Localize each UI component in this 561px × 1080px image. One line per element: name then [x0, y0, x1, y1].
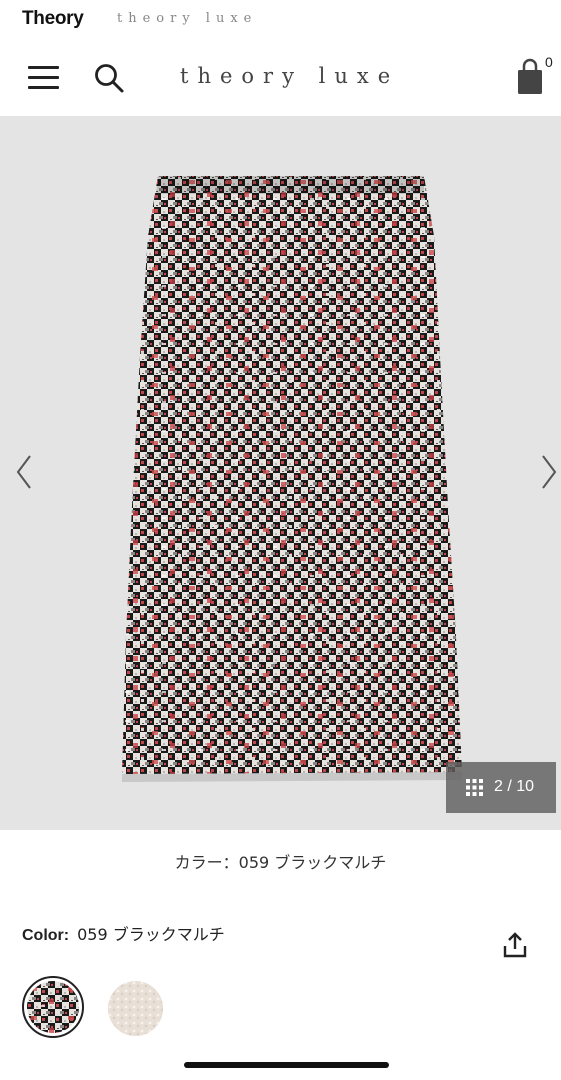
image-color-caption: カラー：059 ブラックマルチ: [174, 853, 387, 872]
product-image-gallery[interactable]: 2 / 10: [0, 116, 561, 830]
theory-logo[interactable]: Theory: [22, 8, 84, 30]
chevron-right-icon[interactable]: [539, 452, 559, 492]
search-icon[interactable]: [93, 62, 125, 94]
site-header: theory luxe 0: [0, 40, 561, 116]
hamburger-icon[interactable]: [28, 66, 59, 90]
image-counter-text: 2 / 10: [494, 778, 535, 795]
color-selection-label: Color: 059 ブラックマルチ: [22, 921, 225, 945]
product-image: [122, 176, 462, 782]
cart-count-badge: 0: [545, 54, 553, 70]
grid-icon: [466, 779, 483, 796]
home-indicator: [184, 1062, 389, 1068]
shopping-bag-icon[interactable]: [515, 58, 545, 96]
color-value: 059 ブラックマルチ: [77, 925, 225, 944]
color-swatch-black-multi[interactable]: [27, 981, 79, 1033]
chevron-left-icon[interactable]: [14, 452, 34, 492]
image-counter-button[interactable]: 2 / 10: [446, 762, 556, 813]
color-swatch-ivory[interactable]: [108, 981, 163, 1036]
share-icon[interactable]: [503, 932, 527, 958]
theory-luxe-logo-small[interactable]: theory luxe: [117, 11, 257, 26]
color-label: Color:: [22, 927, 70, 944]
brand-bar: Theory theory luxe: [0, 0, 561, 40]
header-logo[interactable]: theory luxe: [180, 64, 399, 88]
